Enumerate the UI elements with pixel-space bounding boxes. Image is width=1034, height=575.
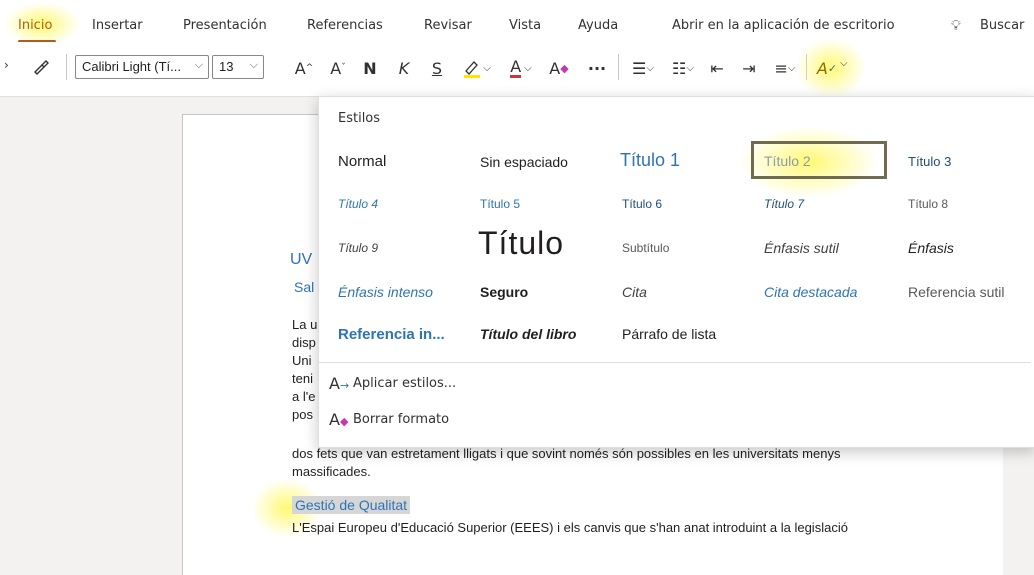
style-titulo-4[interactable]: Título 4 (338, 197, 378, 211)
open-desktop-app-link[interactable]: Abrir en la aplicación de escritorio (672, 18, 895, 33)
shrink-font-button[interactable]: Aˇ (326, 56, 350, 80)
highlight-color-icon[interactable]: ⌵ (456, 56, 496, 80)
decrease-indent-icon[interactable]: ⇤ (704, 56, 730, 80)
style-referencia-sutil[interactable]: Referencia sutil (908, 284, 1005, 300)
font-name-dropdown[interactable]: Calibri Light (Tí... ⌵ (75, 55, 209, 79)
style-parrafo-lista[interactable]: Párrafo de lista (622, 326, 716, 342)
clear-format-icon[interactable]: A ◆ (546, 56, 572, 80)
doc-heading-fragment: UV (290, 251, 313, 268)
doc-line: Uni (292, 353, 312, 368)
style-enfasis-intenso[interactable]: Énfasis intenso (338, 284, 433, 300)
tab-inicio[interactable]: Inicio (18, 18, 52, 33)
styles-button[interactable]: A ✓ (812, 54, 842, 82)
styles-panel-title: Estilos (338, 111, 381, 126)
underline-button[interactable]: S (425, 56, 449, 80)
style-titulo-8[interactable]: Título 8 (908, 197, 948, 211)
format-painter-icon[interactable] (30, 55, 52, 79)
tab-referencias[interactable]: Referencias (307, 18, 383, 33)
clear-format-button[interactable]: A◆ Borrar formato (329, 410, 449, 429)
doc-line: massificades. (292, 464, 371, 479)
chevron-down-icon: ⌵ (194, 59, 203, 71)
styles-gallery-panel: Estilos Normal Sin espaciado Título 1 Tí… (318, 96, 1034, 448)
tab-revisar[interactable]: Revisar (424, 18, 472, 33)
style-seguro[interactable]: Seguro (480, 284, 528, 300)
tab-presentacion[interactable]: Presentación (183, 18, 267, 33)
style-titulo-7[interactable]: Título 7 (764, 197, 804, 211)
style-subtitulo[interactable]: Subtítulo (622, 241, 669, 255)
search-label[interactable]: Buscar (980, 18, 1024, 33)
style-cita-destacada[interactable]: Cita destacada (764, 284, 857, 300)
style-referencia-intensa[interactable]: Referencia in... (338, 326, 445, 343)
style-titulo[interactable]: Título (478, 225, 564, 262)
style-titulo-2[interactable]: Título 2 (764, 153, 811, 169)
style-titulo-6[interactable]: Título 6 (622, 197, 662, 211)
style-titulo-9[interactable]: Título 9 (338, 241, 378, 255)
style-cita[interactable]: Cita (622, 284, 647, 300)
doc-line: dos fets que van estretament lligats i q… (292, 446, 841, 461)
doc-line: disp (292, 335, 316, 350)
font-color-button[interactable]: A ⌵ (502, 56, 540, 80)
lightbulb-icon[interactable]: 💡︎ (951, 18, 961, 34)
more-options-button[interactable]: ··· (582, 56, 612, 80)
grow-font-button[interactable]: A ^ (292, 56, 316, 80)
style-titulo-libro[interactable]: Título del libro (480, 326, 576, 342)
chevron-down-icon[interactable]: ⌵ (840, 58, 848, 69)
style-titulo-3[interactable]: Título 3 (908, 154, 951, 169)
bullets-icon[interactable]: ☰ ⌵ (626, 56, 660, 80)
toolbar-separator (618, 54, 619, 80)
style-normal[interactable]: Normal (338, 153, 386, 170)
font-size-value: 13 (219, 59, 234, 74)
section-heading-selected[interactable]: Gestió de Qualitat (292, 496, 411, 514)
doc-line: L'Espai Europeu d'Educació Superior (EEE… (292, 520, 848, 535)
doc-line: a l'e (292, 389, 316, 404)
font-size-dropdown[interactable]: 13 ⌵ (212, 55, 264, 79)
tab-ayuda[interactable]: Ayuda (578, 18, 618, 33)
eraser-icon: A◆ (329, 410, 349, 429)
style-sin-espaciado[interactable]: Sin espaciado (480, 154, 568, 170)
doc-line: pos (292, 407, 313, 422)
chevron-down-icon: ⌵ (249, 59, 258, 71)
panel-separator (319, 362, 1031, 363)
numbering-icon[interactable]: ☷ ⌵ (666, 56, 700, 80)
doc-line: teni (292, 371, 313, 386)
tab-insertar[interactable]: Insertar (92, 18, 143, 33)
style-enfasis-sutil[interactable]: Énfasis sutil (764, 240, 839, 256)
clear-format-label: Borrar formato (353, 412, 450, 427)
tab-vista[interactable]: Vista (509, 18, 541, 33)
apply-styles-icon: A→ (329, 374, 350, 393)
apply-styles-label: Aplicar estilos... (353, 376, 457, 391)
toolbar-separator (806, 54, 807, 80)
italic-button[interactable]: K (392, 56, 416, 80)
doc-line: La u (292, 317, 318, 332)
apply-styles-button[interactable]: A→ Aplicar estilos... (329, 374, 456, 393)
toolbar-separator (66, 54, 67, 80)
style-titulo-1[interactable]: Título 1 (620, 150, 680, 171)
align-icon[interactable]: ≡ ⌵ (768, 56, 802, 80)
style-titulo-5[interactable]: Título 5 (480, 197, 520, 211)
doc-subheading-fragment: Sal (294, 279, 315, 295)
style-enfasis[interactable]: Énfasis (908, 240, 954, 256)
font-name-value: Calibri Light (Tí... (82, 59, 181, 74)
increase-indent-icon[interactable]: ⇥ (736, 56, 762, 80)
ribbon-tabs: Inicio Insertar Presentación Referencias… (0, 0, 1034, 46)
chevron-left-icon[interactable]: › (4, 58, 9, 72)
bold-button[interactable]: N (358, 56, 382, 80)
ribbon-toolbar: › Calibri Light (Tí... ⌵ 13 ⌵ A ^ Aˇ N K … (0, 38, 1034, 98)
